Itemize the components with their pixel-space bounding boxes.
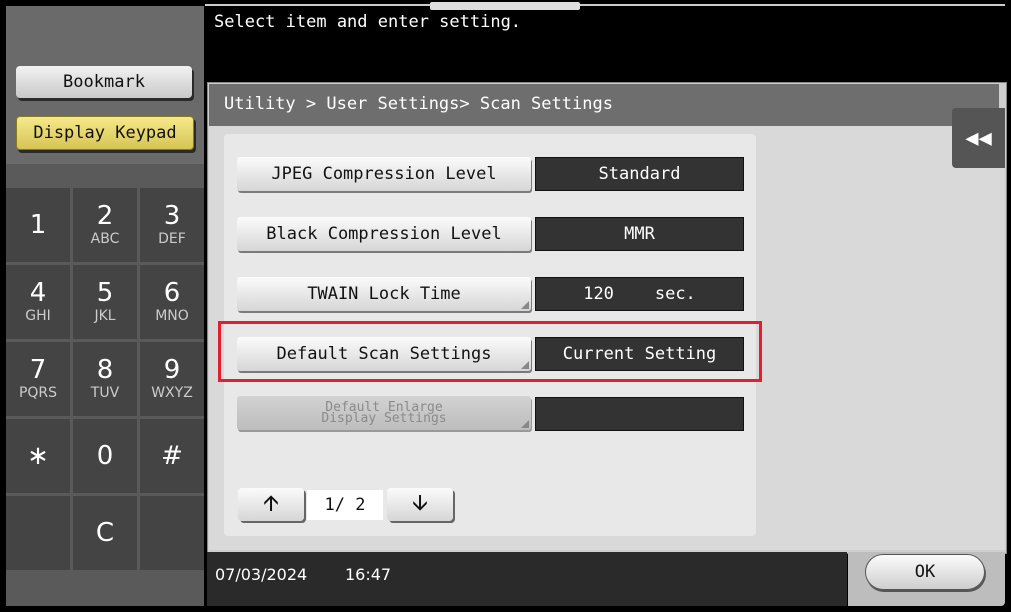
key-digit: # xyxy=(161,441,183,471)
key-digit: 2 xyxy=(96,201,114,231)
black-compression-level-button[interactable]: Black Compression Level xyxy=(237,217,531,251)
black-compression-level-value: MMR xyxy=(535,217,744,251)
status-time: 16:47 xyxy=(345,565,392,584)
key-asterisk[interactable]: ∗ xyxy=(6,419,70,493)
key-8[interactable]: 8 TUV xyxy=(73,342,137,416)
key-digit: 1 xyxy=(29,210,47,240)
twain-lock-time-button[interactable]: TWAIN Lock Time xyxy=(237,277,531,311)
key-5[interactable]: 5 JKL xyxy=(73,265,137,339)
back-button[interactable]: ◀◀ xyxy=(952,108,1005,168)
key-letters: ABC xyxy=(90,231,120,247)
key-6[interactable]: 6 MNO xyxy=(140,265,204,339)
status-date: 07/03/2024 xyxy=(215,565,308,584)
arrow-down-icon: 🡫 xyxy=(412,490,428,516)
key-clear[interactable]: C xyxy=(73,496,137,570)
jpeg-compression-level-button[interactable]: JPEG Compression Level xyxy=(237,157,531,191)
numeric-keypad: 1 2 ABC 3 DEF 4 GHI 5 JKL 6 MNO 7 PQRS 8 TUV 9W… xyxy=(6,188,204,570)
key-2[interactable]: 2 ABC xyxy=(73,188,137,262)
key-digit: C xyxy=(95,518,115,548)
key-4[interactable]: 4 GHI xyxy=(6,265,70,339)
key-letters: WXYZ xyxy=(151,385,193,401)
key-digit: 8 xyxy=(96,355,114,385)
key-digit: 3 xyxy=(163,201,181,231)
key-letters: MNO xyxy=(155,308,189,324)
key-blank-left xyxy=(6,496,70,570)
page-down-button[interactable]: 🡫 xyxy=(387,488,453,521)
page-indicator: 1/ 2 xyxy=(307,490,383,520)
arrow-up-icon: 🡩 xyxy=(263,490,279,516)
key-0[interactable]: 0 xyxy=(73,419,137,493)
key-letters: DEF xyxy=(158,231,186,247)
key-letters: JKL xyxy=(94,308,116,324)
breadcrumb: Utility > User Settings> Scan Settings xyxy=(224,94,613,114)
top-handle xyxy=(430,2,580,10)
key-letters: PQRS xyxy=(18,385,58,401)
instruction-message: Select item and enter setting. xyxy=(214,12,522,32)
key-digit: 7 xyxy=(29,355,47,385)
selection-highlight xyxy=(218,321,762,382)
key-digit: 0 xyxy=(96,441,114,471)
key-blank-right xyxy=(140,496,204,570)
key-letters: GHI xyxy=(25,308,51,324)
default-enlarge-display-settings-value xyxy=(535,397,744,431)
page-up-button[interactable]: 🡩 xyxy=(238,488,304,521)
twain-lock-time-value: 120 sec. xyxy=(535,277,744,311)
display-keypad-button[interactable]: Display Keypad xyxy=(16,116,194,150)
disabled-label-line-2: Display Settings xyxy=(321,411,447,426)
top-divider xyxy=(205,4,1005,6)
key-letters: TUV xyxy=(90,385,120,401)
double-left-arrow-icon: ◀◀ xyxy=(965,125,992,151)
ok-button[interactable]: OK xyxy=(865,554,985,590)
key-digit: 5 xyxy=(96,278,114,308)
key-7[interactable]: 7 PQRS xyxy=(6,342,70,416)
key-9[interactable]: 9 WXYZ xyxy=(140,342,204,416)
bookmark-button[interactable]: Bookmark xyxy=(16,66,192,98)
keypad-footer xyxy=(6,572,204,606)
key-digit: 9 xyxy=(163,355,181,385)
jpeg-compression-level-value: Standard xyxy=(535,157,744,191)
key-hash[interactable]: # xyxy=(140,419,204,493)
key-3[interactable]: 3 DEF xyxy=(140,188,204,262)
key-digit: 4 xyxy=(29,278,47,308)
key-1[interactable]: 1 xyxy=(6,188,70,262)
default-enlarge-display-settings-button: Default Enlarge Display Settings xyxy=(237,396,531,430)
key-digit: ∗ xyxy=(27,441,49,471)
key-digit: 6 xyxy=(163,278,181,308)
